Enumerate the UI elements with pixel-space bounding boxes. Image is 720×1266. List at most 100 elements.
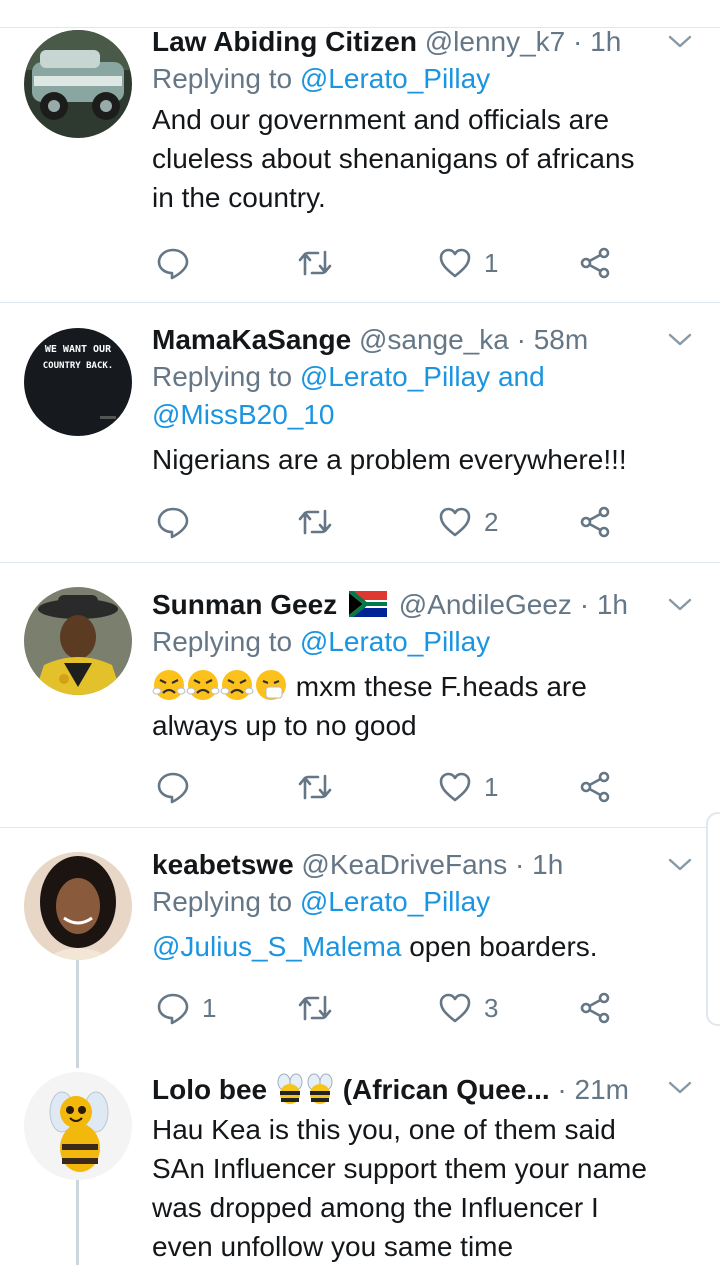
mention-link[interactable]: @Lerato_Pillay (300, 63, 490, 94)
tweet-text: Hau Kea is this you, one of them said SA… (152, 1110, 690, 1266)
like-button[interactable]: 1 (438, 767, 498, 807)
reply-icon (157, 248, 189, 280)
mention-link[interactable]: @Lerato_Pillay (300, 626, 490, 657)
tweet-divider (0, 827, 720, 828)
bee-emoji-icon (277, 1073, 303, 1104)
chevron-down-icon[interactable] (666, 1078, 694, 1098)
like-count: 3 (484, 992, 499, 1023)
avatar[interactable] (24, 587, 132, 695)
tweet-divider (0, 562, 720, 563)
timestamp[interactable]: 1h (597, 589, 628, 620)
tweet-header: MamaKaSange @sange_ka · 58m (152, 322, 690, 358)
reply-icon (157, 507, 189, 539)
replying-prefix: Replying to (152, 886, 293, 917)
mention-link[interactable]: @Lerato_Pillay (300, 886, 490, 917)
timestamp[interactable]: 58m (534, 324, 588, 355)
tweet-text-line: Nigerians are a problem everywhere!!! (152, 444, 627, 475)
tweet-content: Lolo bee (African Quee... · 21m Hau Kea … (152, 1072, 690, 1266)
avatar[interactable] (24, 30, 132, 138)
tweet-text-line: And our government and officials are (152, 104, 610, 135)
share-button[interactable] (578, 988, 612, 1028)
chevron-down-icon[interactable] (666, 595, 694, 615)
like-count: 1 (484, 247, 499, 278)
display-name-suffix[interactable]: (African Quee... (343, 1074, 550, 1105)
tweet-text-line: @Julius_S_Malema open boarders. (152, 927, 690, 966)
thread-connector (76, 958, 79, 1068)
like-icon (439, 248, 471, 278)
reply-button[interactable] (156, 502, 202, 542)
display-name[interactable]: Sunman Geez (152, 589, 337, 620)
display-name[interactable]: Lolo bee (152, 1074, 267, 1105)
username[interactable]: @lenny_k7 (425, 26, 566, 57)
share-icon (580, 771, 610, 803)
avatar[interactable] (24, 852, 132, 960)
tweet-content: Sunman Geez @AndileGeez · 1h Replying to… (152, 587, 690, 745)
reply-button[interactable] (156, 243, 202, 283)
replying-to: Replying to @Lerato_Pillay (152, 60, 690, 98)
tweet-text-line: Hau Kea is this you, one of them said (152, 1114, 616, 1145)
share-button[interactable] (578, 502, 612, 542)
username[interactable]: @sange_ka (359, 324, 509, 355)
reply-count: 1 (202, 992, 217, 1023)
retweet-button[interactable] (298, 767, 344, 807)
tweet-text-line: always up to no good (152, 710, 417, 741)
like-button[interactable]: 3 (438, 988, 498, 1028)
timestamp[interactable]: 1h (590, 26, 621, 57)
retweet-button[interactable] (298, 502, 344, 542)
chevron-down-icon[interactable] (666, 855, 694, 875)
share-button[interactable] (578, 243, 612, 283)
display-name[interactable]: Law Abiding Citizen (152, 26, 417, 57)
retweet-icon (298, 995, 332, 1021)
avatar-text: COUNTRY BACK. (43, 361, 113, 371)
like-button[interactable]: 1 (438, 243, 498, 283)
tweet-header: Sunman Geez @AndileGeez · 1h (152, 587, 690, 623)
share-icon (580, 247, 610, 279)
tweet-text-line: even unfollow you same time (152, 1231, 514, 1262)
retweet-button[interactable] (298, 988, 344, 1028)
south-africa-flag-icon (348, 591, 387, 617)
bee-emoji-icon (307, 1073, 333, 1104)
mention-link[interactable]: @MissB20_10 (152, 399, 335, 430)
replying-to: Replying to @Lerato_Pillay and @MissB20_… (152, 358, 690, 434)
like-count: 1 (484, 771, 499, 802)
tweet-text-line: mxm these F.heads are (152, 667, 690, 706)
angry-face-emoji-icon (152, 670, 186, 700)
replying-prefix: Replying to (152, 361, 293, 392)
share-icon (580, 992, 610, 1024)
timestamp[interactable]: 1h (532, 849, 563, 880)
avatar[interactable]: WE WANT OUR COUNTRY BACK. (24, 328, 132, 436)
display-name[interactable]: keabetswe (152, 849, 294, 880)
like-count: 2 (484, 506, 499, 537)
like-icon (439, 993, 471, 1023)
scroll-handle[interactable] (706, 812, 720, 1026)
tweet-text: @Julius_S_Malema open boarders. (152, 927, 690, 966)
username[interactable]: @AndileGeez (399, 589, 572, 620)
mention-link[interactable]: @Lerato_Pillay and (300, 361, 545, 392)
replying-prefix: Replying to (152, 626, 293, 657)
display-name[interactable]: MamaKaSange (152, 324, 351, 355)
tweet-actions: 1 (152, 243, 632, 283)
chevron-down-icon[interactable] (666, 32, 694, 52)
share-button[interactable] (578, 767, 612, 807)
avatar[interactable] (24, 1072, 132, 1180)
username[interactable]: @KeaDriveFans (301, 849, 507, 880)
tweet-text-line: was dropped among the Influencer I (152, 1192, 599, 1223)
mention-link[interactable]: @Julius_S_Malema (152, 931, 401, 962)
angry-face-emoji-icon (220, 670, 254, 700)
replying-to: Replying to @Lerato_Pillay (152, 883, 690, 921)
timestamp[interactable]: 21m (575, 1074, 629, 1105)
sneezing-face-emoji-icon (256, 670, 286, 700)
chevron-down-icon[interactable] (666, 330, 694, 350)
retweet-icon (298, 250, 332, 276)
reply-button[interactable] (156, 767, 202, 807)
tweet-header: keabetswe @KeaDriveFans · 1h (152, 847, 690, 883)
like-button[interactable]: 2 (438, 502, 498, 542)
thread-connector (76, 1178, 79, 1265)
replying-prefix: Replying to (152, 63, 293, 94)
share-icon (580, 506, 610, 538)
retweet-button[interactable] (298, 243, 344, 283)
tweet-content: MamaKaSange @sange_ka · 58m Replying to … (152, 322, 690, 479)
reply-button[interactable]: 1 (156, 988, 216, 1028)
tweet-text-segment: open boarders. (401, 931, 598, 962)
like-icon (439, 507, 471, 537)
